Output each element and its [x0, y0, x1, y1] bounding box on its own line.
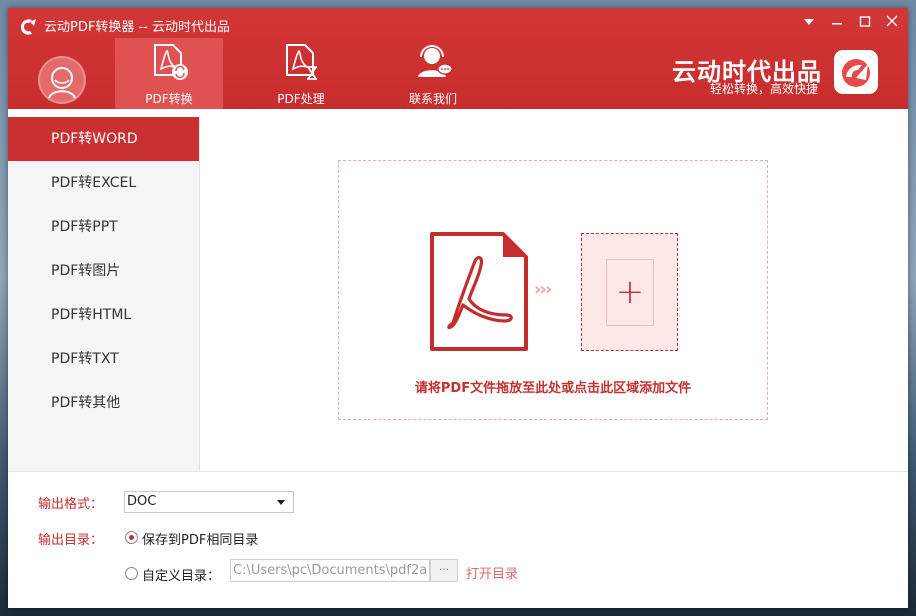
radio-custom-dir-label[interactable]: 自定义目录： — [142, 565, 220, 584]
window-title: 云动PDF转换器 -- 云动时代出品 — [44, 20, 230, 35]
output-format-value: DOC — [127, 494, 157, 509]
pdf-document-icon — [430, 232, 528, 351]
browse-button[interactable]: ··· — [430, 559, 458, 582]
open-directory-link[interactable]: 打开目录 — [466, 563, 518, 582]
output-dir-label: 输出目录： — [38, 533, 104, 548]
tab-label: PDF处理 — [277, 92, 325, 106]
app-window: 云动PDF转换器 -- 云动时代出品 PDF转换 PDF处理 联系我们 云动时代… — [8, 8, 908, 608]
sidebar-item-pdf-to-word[interactable]: PDF转WORD — [8, 117, 199, 161]
close-button[interactable] — [881, 12, 903, 34]
sidebar-item-pdf-to-html[interactable]: PDF转HTML — [8, 293, 199, 337]
dropdown-menu-button[interactable] — [798, 12, 820, 34]
output-settings-panel: 输出格式： DOC 输出目录： 保存到PDF相同目录 自定义目录： C:\Use… — [8, 471, 908, 608]
user-avatar[interactable] — [38, 56, 86, 104]
radio-same-dir-label[interactable]: 保存到PDF相同目录 — [142, 529, 258, 548]
sidebar-item-pdf-to-image[interactable]: PDF转图片 — [8, 249, 199, 293]
sidebar: PDF转WORD PDF转EXCEL PDF转PPT PDF转图片 PDF转HT… — [8, 117, 200, 471]
drop-hint-text: 请将PDF文件拖放至此处或点击此区域添加文件 — [414, 381, 692, 396]
plus-icon: + — [606, 259, 654, 326]
arrows-icon: ››› — [534, 279, 552, 300]
brand-logo — [834, 50, 878, 94]
dropdown-icon — [804, 19, 814, 25]
maximize-button[interactable] — [854, 12, 876, 34]
minimize-button[interactable] — [826, 12, 848, 34]
close-icon — [886, 15, 898, 27]
contact-support-icon — [418, 45, 453, 77]
tab-pdf-convert[interactable]: PDF转换 — [115, 38, 223, 109]
custom-dir-input[interactable]: C:\Users\pc\Documents\pdf2a — [230, 559, 430, 582]
sidebar-item-pdf-to-ppt[interactable]: PDF转PPT — [8, 205, 199, 249]
tab-contact-us[interactable]: 联系我们 — [379, 38, 487, 109]
maximize-icon — [859, 16, 871, 27]
app-logo-icon — [21, 19, 36, 35]
pdf-process-icon — [286, 44, 317, 80]
header-bar: 云动PDF转换器 -- 云动时代出品 PDF转换 PDF处理 联系我们 云动时代… — [8, 8, 908, 109]
output-format-select[interactable]: DOC — [124, 491, 294, 513]
add-file-button[interactable]: + — [581, 233, 678, 351]
brand-slogan: 轻松转换，高效快捷 — [710, 82, 819, 96]
sidebar-item-pdf-to-txt[interactable]: PDF转TXT — [8, 337, 199, 381]
radio-same-dir[interactable] — [125, 531, 138, 544]
tab-pdf-process[interactable]: PDF处理 — [247, 38, 355, 109]
radio-custom-dir[interactable] — [125, 567, 138, 580]
brand-logo-icon — [842, 59, 870, 87]
tab-label: 联系我们 — [408, 92, 457, 106]
user-icon — [48, 67, 76, 99]
tab-label: PDF转换 — [145, 92, 193, 106]
pdf-convert-icon — [154, 44, 188, 80]
file-drop-zone[interactable]: ››› + 请将PDF文件拖放至此处或点击此区域添加文件 — [338, 160, 768, 420]
sidebar-item-pdf-to-excel[interactable]: PDF转EXCEL — [8, 161, 199, 205]
output-format-label: 输出格式： — [38, 497, 104, 512]
minimize-icon — [832, 23, 842, 25]
chevron-down-icon — [277, 500, 285, 505]
sidebar-item-pdf-to-other[interactable]: PDF转其他 — [8, 381, 199, 425]
